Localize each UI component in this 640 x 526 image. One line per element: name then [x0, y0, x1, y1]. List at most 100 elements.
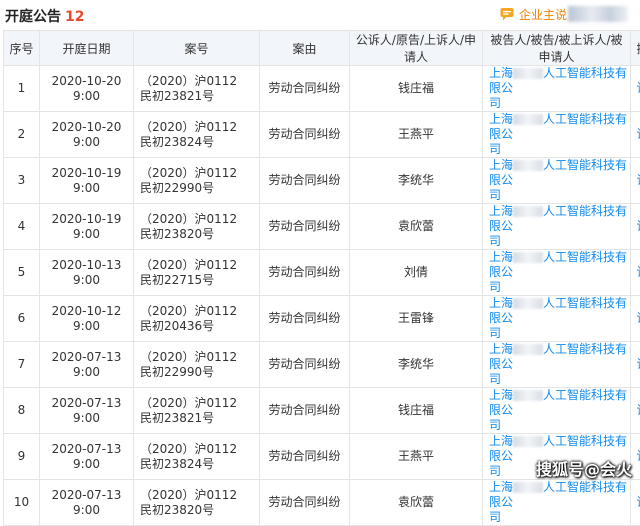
- hearing-date: 2020-10-20 9:00: [40, 66, 134, 112]
- table-row: 32020-10-19 9:00（2020）沪0112民初22990号劳动合同纠…: [4, 158, 640, 204]
- case-number-line: 民初22715号: [140, 273, 214, 287]
- enterprise-owner-label: 企业主说: [519, 6, 567, 23]
- defendant-suffix-line2: 司: [489, 510, 501, 524]
- defendant-link[interactable]: 上海人工智能科技有限公司: [483, 342, 631, 388]
- defendant-suffix-line2: 司: [489, 188, 501, 202]
- case-cause: 劳动合同纠纷: [260, 66, 350, 112]
- row-index: 7: [4, 342, 40, 388]
- row-index: 6: [4, 296, 40, 342]
- defendant-link[interactable]: 上海人工智能科技有限公司: [483, 204, 631, 250]
- case-number: （2020）沪0112民初23820号: [134, 480, 260, 526]
- row-index: 1: [4, 66, 40, 112]
- row-index: 8: [4, 388, 40, 434]
- details-link[interactable]: 详情: [631, 342, 640, 388]
- table-row: 82020-07-13 9:00（2020）沪0112民初23821号劳动合同纠…: [4, 388, 640, 434]
- hearing-date: 2020-07-13 9:00: [40, 388, 134, 434]
- redacted-text: [513, 436, 543, 447]
- table-row: 12020-10-20 9:00（2020）沪0112民初23821号劳动合同纠…: [4, 66, 640, 112]
- hearing-date: 2020-10-20 9:00: [40, 112, 134, 158]
- redacted-area: [568, 6, 628, 22]
- hearing-date: 2020-07-13 9:00: [40, 480, 134, 526]
- hearing-date: 2020-10-13 9:00: [40, 250, 134, 296]
- details-link[interactable]: 详情: [631, 66, 640, 112]
- case-number: （2020）沪0112民初22715号: [134, 250, 260, 296]
- defendant-link[interactable]: 上海人工智能科技有限公司: [483, 112, 631, 158]
- defendant-link[interactable]: 上海人工智能科技有限公司: [483, 480, 631, 526]
- announcement-count: 12: [65, 9, 84, 25]
- defendant-link[interactable]: 上海人工智能科技有限公司: [483, 250, 631, 296]
- details-link[interactable]: 详情: [631, 112, 640, 158]
- plaintiff: 王燕平: [350, 434, 483, 480]
- redacted-text: [513, 206, 543, 217]
- case-number-line: （2020）沪0112: [140, 74, 237, 88]
- defendant-suffix-line2: 司: [489, 96, 501, 110]
- case-number-line: 民初23820号: [140, 503, 214, 517]
- case-number: （2020）沪0112民初20436号: [134, 296, 260, 342]
- defendant-suffix-line2: 司: [489, 142, 501, 156]
- defendant-prefix: 上海: [489, 342, 513, 356]
- defendant-suffix-line2: 司: [489, 326, 501, 340]
- case-number-line: （2020）沪0112: [140, 166, 237, 180]
- speech-bubble-icon: [500, 7, 514, 21]
- defendant-prefix: 上海: [489, 434, 513, 448]
- enterprise-owner-link[interactable]: 企业主说: [500, 6, 567, 22]
- case-number-line: 民初23821号: [140, 411, 214, 425]
- watermark: 搜狐号@会火: [536, 456, 632, 480]
- defendant-suffix-line2: 司: [489, 372, 501, 386]
- case-number: （2020）沪0112民初22990号: [134, 342, 260, 388]
- defendant-link[interactable]: 上海人工智能科技有限公司: [483, 296, 631, 342]
- redacted-text: [513, 298, 543, 309]
- row-index: 5: [4, 250, 40, 296]
- case-cause: 劳动合同纠纷: [260, 480, 350, 526]
- defendant-prefix: 上海: [489, 158, 513, 172]
- column-header: 序号: [4, 31, 40, 66]
- details-link[interactable]: 详情: [631, 296, 640, 342]
- section-title-text: 开庭公告: [5, 9, 61, 25]
- defendant-suffix-line2: 司: [489, 280, 501, 294]
- column-header: 案由: [260, 31, 350, 66]
- table-row: 102020-07-13 9:00（2020）沪0112民初23820号劳动合同…: [4, 480, 640, 526]
- table-row: 62020-10-12 9:00（2020）沪0112民初20436号劳动合同纠…: [4, 296, 640, 342]
- section-header: 开庭公告12 企业主说: [0, 0, 640, 30]
- row-index: 3: [4, 158, 40, 204]
- redacted-text: [513, 160, 543, 171]
- case-number-line: 民初22990号: [140, 181, 214, 195]
- plaintiff: 王燕平: [350, 112, 483, 158]
- case-number-line: 民初22990号: [140, 365, 214, 379]
- row-index: 9: [4, 434, 40, 480]
- defendant-link[interactable]: 上海人工智能科技有限公司: [483, 158, 631, 204]
- details-link[interactable]: 详情: [631, 204, 640, 250]
- details-link[interactable]: 详情: [631, 480, 640, 526]
- column-header: 公诉人/原告/上诉人/申请人: [350, 31, 483, 66]
- court-announcement-table: 序号 开庭日期 案号 案由 公诉人/原告/上诉人/申请人 被告人/被告/被上诉人…: [3, 30, 640, 526]
- defendant-link[interactable]: 上海人工智能科技有限公司: [483, 388, 631, 434]
- table-row: 72020-07-13 9:00（2020）沪0112民初22990号劳动合同纠…: [4, 342, 640, 388]
- plaintiff: 袁欣蕾: [350, 204, 483, 250]
- case-number: （2020）沪0112民初23821号: [134, 66, 260, 112]
- case-cause: 劳动合同纠纷: [260, 342, 350, 388]
- details-link[interactable]: 详情: [631, 250, 640, 296]
- column-header: 开庭日期: [40, 31, 134, 66]
- table-header-row: 序号 开庭日期 案号 案由 公诉人/原告/上诉人/申请人 被告人/被告/被上诉人…: [4, 31, 640, 66]
- case-number: （2020）沪0112民初23824号: [134, 434, 260, 480]
- plaintiff: 袁欣蕾: [350, 480, 483, 526]
- row-index: 2: [4, 112, 40, 158]
- case-number-line: 民初23820号: [140, 227, 214, 241]
- plaintiff: 刘倩: [350, 250, 483, 296]
- defendant-prefix: 上海: [489, 296, 513, 310]
- case-cause: 劳动合同纠纷: [260, 296, 350, 342]
- row-index: 10: [4, 480, 40, 526]
- case-cause: 劳动合同纠纷: [260, 434, 350, 480]
- hearing-date: 2020-10-19 9:00: [40, 204, 134, 250]
- plaintiff: 钱庄福: [350, 66, 483, 112]
- defendant-prefix: 上海: [489, 204, 513, 218]
- case-number-line: （2020）沪0112: [140, 120, 237, 134]
- details-link[interactable]: 详情: [631, 388, 640, 434]
- details-link[interactable]: 详情: [631, 158, 640, 204]
- case-number: （2020）沪0112民初23820号: [134, 204, 260, 250]
- case-number-line: （2020）沪0112: [140, 442, 237, 456]
- case-number-line: 民初23824号: [140, 457, 214, 471]
- defendant-prefix: 上海: [489, 66, 513, 80]
- redacted-text: [513, 68, 543, 79]
- defendant-link[interactable]: 上海人工智能科技有限公司: [483, 66, 631, 112]
